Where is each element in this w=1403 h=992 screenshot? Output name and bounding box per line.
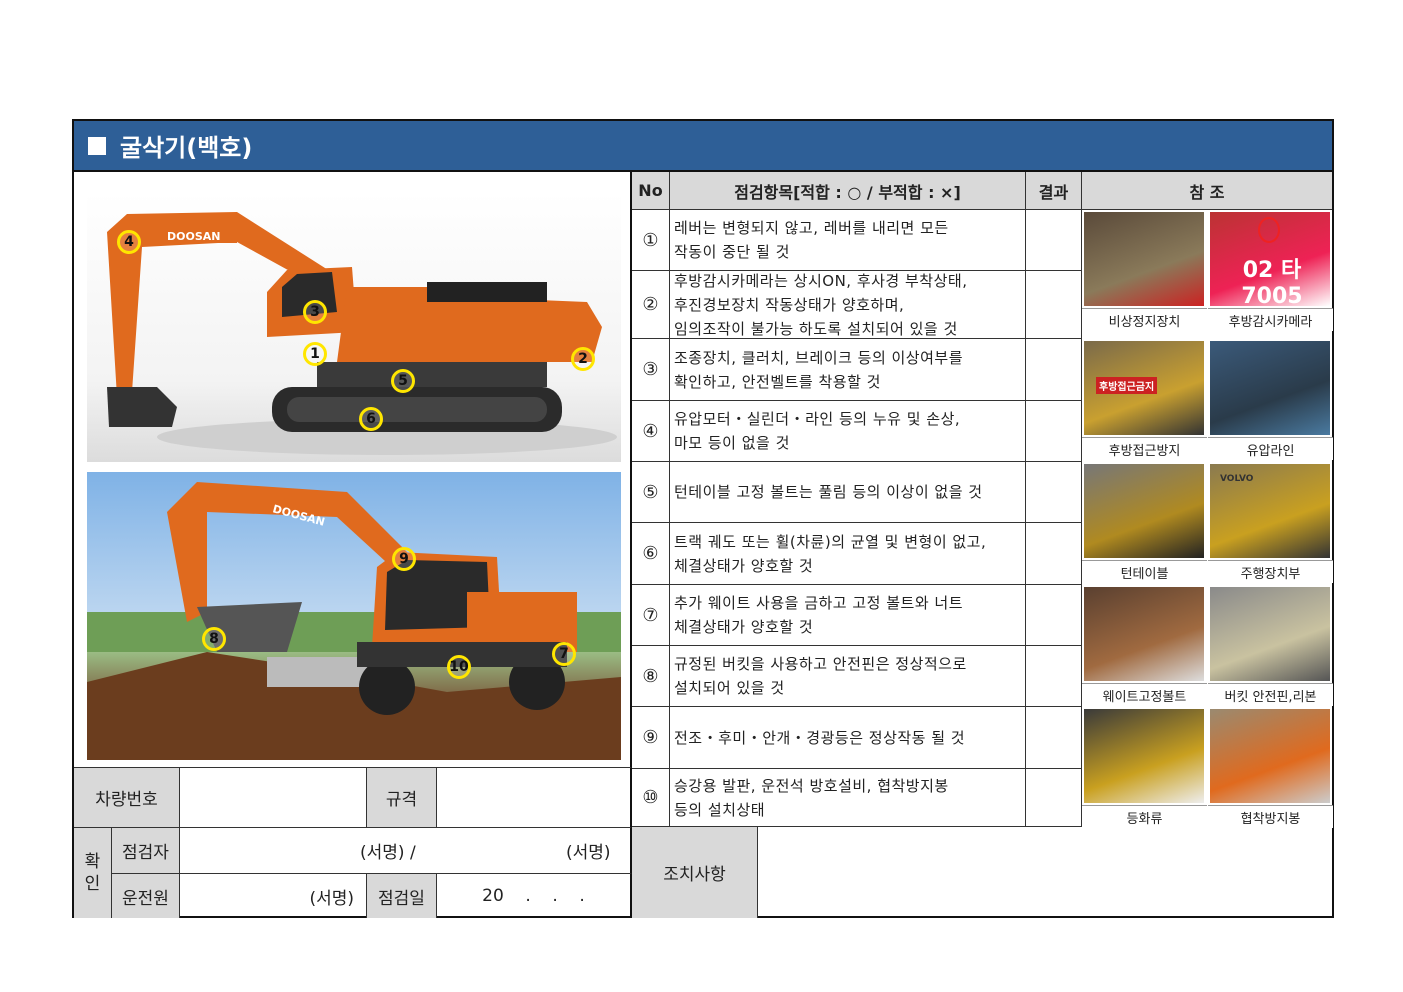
photo-marker-5: 5 [391, 369, 415, 393]
spec-field[interactable] [437, 767, 632, 828]
rear-approach-sign-text: 후방접근금지 [1096, 377, 1158, 394]
reference-photo-1 [1084, 212, 1204, 306]
action-field[interactable] [758, 827, 1332, 918]
check-item-text: 레버는 변형되지 않고, 레버를 내리면 모든 작동이 중단 될 것 [670, 210, 1026, 271]
reference-caption: 후방감시카메라 [1208, 308, 1333, 331]
photo-marker-1: 1 [303, 342, 327, 366]
result-cell[interactable] [1026, 339, 1082, 401]
check-item-text: 전조・후미・안개・경광등은 정상작동 될 것 [670, 707, 1026, 769]
inspector-label: 점검자 [112, 828, 180, 874]
inspector-sign-text: (서명) / [360, 843, 416, 863]
action-label: 조치사항 [632, 827, 758, 918]
reference-caption: 유압라인 [1208, 437, 1333, 460]
checklist-table: No 점검항목[적합 : ○ / 부적합 : ×] 결과 참 조 ① 레버는 변형… [632, 172, 1333, 828]
row-number: ④ [632, 401, 670, 462]
driver-label: 운전원 [112, 874, 180, 918]
reference-photo-7 [1084, 587, 1204, 681]
vehicle-info: 차량번호 규격 확 인 점검자 (서명) / (서명) 운전원 (서명) 점검일… [74, 767, 632, 918]
crawler-excavator-photo: DOOSAN 4 3 1 2 5 6 [87, 192, 621, 462]
confirm-label: 확 인 [74, 828, 112, 918]
row-number: ⑦ [632, 585, 670, 646]
result-cell[interactable] [1026, 707, 1082, 769]
result-cell[interactable] [1026, 401, 1082, 462]
result-cell[interactable] [1026, 585, 1082, 646]
row-number: ① [632, 210, 670, 271]
date-field[interactable]: 20 . . . [437, 874, 632, 918]
driver-sign-field[interactable]: (서명) [180, 874, 367, 918]
col-ref-header: 참 조 [1082, 172, 1332, 210]
reference-photo-8 [1210, 587, 1330, 681]
result-cell[interactable] [1026, 646, 1082, 707]
spec-label: 규격 [367, 767, 437, 828]
section-header: 굴삭기(백호) [74, 121, 1332, 172]
row-number: ⑨ [632, 707, 670, 769]
reference-caption: 협착방지봉 [1208, 805, 1333, 828]
inspection-sheet: 굴삭기(백호) DOOSAN 4 3 1 2 5 6 DOOSAN 9 8 10… [72, 119, 1334, 918]
row-number: ⑧ [632, 646, 670, 707]
camera-highlight-circle [1258, 217, 1280, 243]
reference-photo-5 [1084, 464, 1204, 558]
reference-caption: 후방접근방지 [1082, 437, 1207, 460]
reference-caption: 웨이트고정볼트 [1082, 683, 1207, 706]
driver-sign-text: (서명) [309, 888, 354, 909]
reference-caption: 등화류 [1082, 805, 1207, 828]
row-number: ⑥ [632, 523, 670, 585]
photo-marker-10: 10 [447, 655, 471, 679]
result-cell[interactable] [1026, 769, 1082, 827]
svg-text:DOOSAN: DOOSAN [167, 230, 220, 243]
section-title: 굴삭기(백호) [120, 134, 253, 162]
vehicle-no-label: 차량번호 [74, 767, 180, 828]
check-item-text: 규정된 버킷을 사용하고 안전핀은 정상적으로 설치되어 있을 것 [670, 646, 1026, 707]
row-number: ② [632, 271, 670, 339]
photo-marker-3: 3 [303, 300, 327, 324]
vehicle-no-field[interactable] [180, 767, 367, 828]
photo-marker-4: 4 [117, 230, 141, 254]
check-item-text: 후방감시카메라는 상시ON, 후사경 부착상태, 후진경보장치 작동상태가 양호… [670, 271, 1026, 339]
check-item-text: 승강용 발판, 운전석 방호설비, 협착방지봉 등의 설치상태 [670, 769, 1026, 827]
reference-photo-10 [1210, 709, 1330, 803]
reference-photo-9 [1084, 709, 1204, 803]
row-number: ③ [632, 339, 670, 401]
result-cell[interactable] [1026, 271, 1082, 339]
photo-marker-6: 6 [359, 407, 383, 431]
reference-caption: 턴테이블 [1082, 560, 1207, 583]
square-bullet-icon [88, 136, 106, 155]
check-item-text: 턴테이블 고정 볼트는 풀림 등의 이상이 없을 것 [670, 462, 1026, 523]
reference-caption: 비상정지장치 [1082, 308, 1207, 331]
photo-marker-9: 9 [392, 547, 416, 571]
wheel-excavator-photo: DOOSAN 9 8 10 7 [87, 472, 621, 760]
date-label: 점검일 [367, 874, 437, 918]
result-cell[interactable] [1026, 210, 1082, 271]
col-result-header: 결과 [1026, 172, 1082, 210]
reference-caption: 주행장치부 [1208, 560, 1333, 583]
inspector-sign-text-2: (서명) [566, 843, 611, 863]
row-number: ⑤ [632, 462, 670, 523]
result-cell[interactable] [1026, 523, 1082, 585]
result-cell[interactable] [1026, 462, 1082, 523]
check-item-text: 트랙 궤도 또는 휠(차륜)의 균열 및 변형이 없고, 체결상태가 양호할 것 [670, 523, 1026, 585]
photo-marker-7: 7 [552, 642, 576, 666]
photo-panel: DOOSAN 4 3 1 2 5 6 DOOSAN 9 8 10 7 [74, 172, 632, 767]
license-plate-text: 02 타 7005 [1241, 258, 1303, 309]
volvo-brand-text: VOLVO [1220, 474, 1254, 484]
reference-photo-4 [1210, 341, 1330, 435]
col-item-header: 점검항목[적합 : ○ / 부적합 : ×] [670, 172, 1026, 210]
photo-marker-8: 8 [202, 627, 226, 651]
check-item-text: 추가 웨이트 사용을 금하고 고정 볼트와 너트 체결상태가 양호할 것 [670, 585, 1026, 646]
check-item-text: 유압모터・실린더・라인 등의 누유 및 손상, 마모 등이 없을 것 [670, 401, 1026, 462]
photo-marker-2: 2 [571, 347, 595, 371]
col-no-header: No [632, 172, 670, 210]
check-item-text: 조종장치, 클러치, 브레이크 등의 이상여부를 확인하고, 안전벨트를 착용할… [670, 339, 1026, 401]
row-number: ⑩ [632, 769, 670, 827]
inspector-sign-field[interactable]: (서명) / (서명) [180, 828, 632, 874]
reference-caption: 버킷 안전핀,리본 [1208, 683, 1333, 706]
